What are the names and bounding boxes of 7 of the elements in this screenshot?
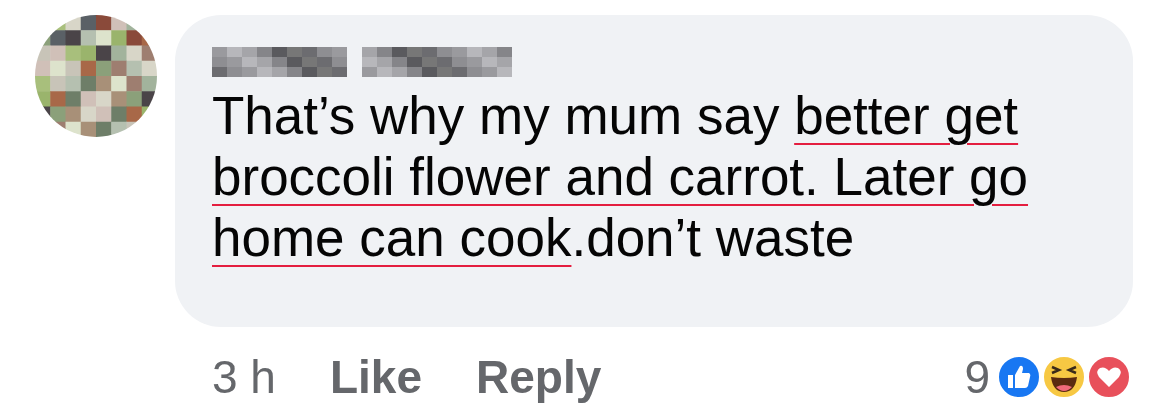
like-link[interactable]: Like [329,350,422,404]
thumbs-up-icon[interactable] [996,354,1042,400]
laughing-face-icon[interactable] [1041,354,1087,400]
timestamp: 3 h [212,350,276,404]
reply-link[interactable]: Reply [476,350,602,404]
comment-text: That’s why my mum say better get broccoli flower and carrot. Later go home can cook.don’t waste [212,85,1029,268]
reaction-count[interactable]: 9 [964,350,990,404]
